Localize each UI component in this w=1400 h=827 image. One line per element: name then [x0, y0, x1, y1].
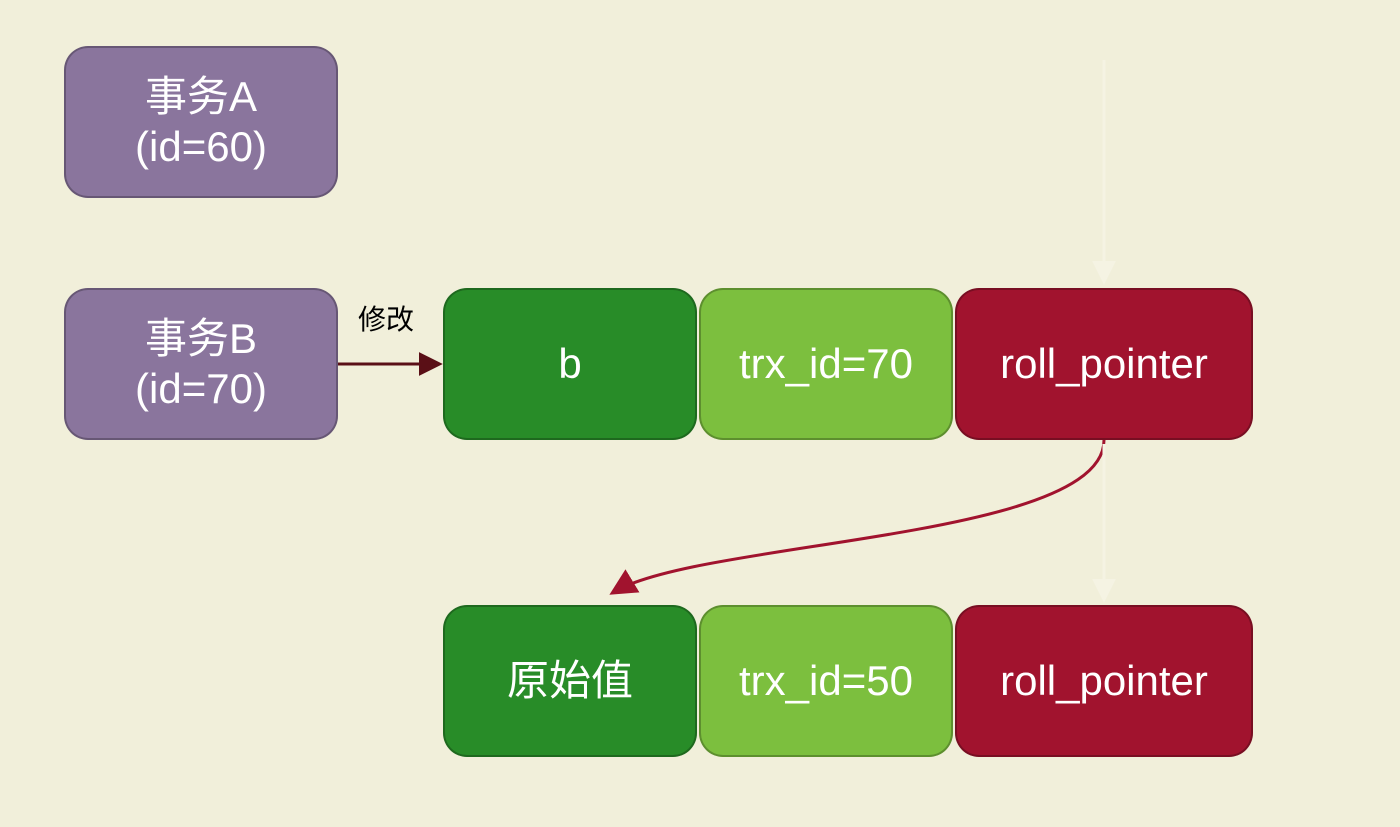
transaction-a-title: 事务A [145, 72, 257, 122]
row1-trx-box: trx_id=70 [699, 288, 953, 440]
row2-trx: trx_id=50 [739, 656, 913, 706]
transaction-b-box: 事务B (id=70) [64, 288, 338, 440]
row1-roll-box: roll_pointer [955, 288, 1253, 440]
row2-trx-box: trx_id=50 [699, 605, 953, 757]
row2-value-box: 原始值 [443, 605, 697, 757]
arrow-roll-to-row2 [614, 440, 1104, 592]
row1-roll: roll_pointer [1000, 339, 1208, 389]
row1-trx: trx_id=70 [739, 339, 913, 389]
transaction-b-title: 事务B [145, 314, 257, 364]
transaction-a-box: 事务A (id=60) [64, 46, 338, 198]
row1-value: b [558, 339, 581, 389]
transaction-a-id: (id=60) [135, 122, 267, 172]
row2-roll: roll_pointer [1000, 656, 1208, 706]
edge-label-modify: 修改 [358, 298, 414, 338]
row1-value-box: b [443, 288, 697, 440]
row2-value: 原始值 [507, 656, 633, 706]
row2-roll-box: roll_pointer [955, 605, 1253, 757]
transaction-b-id: (id=70) [135, 364, 267, 414]
